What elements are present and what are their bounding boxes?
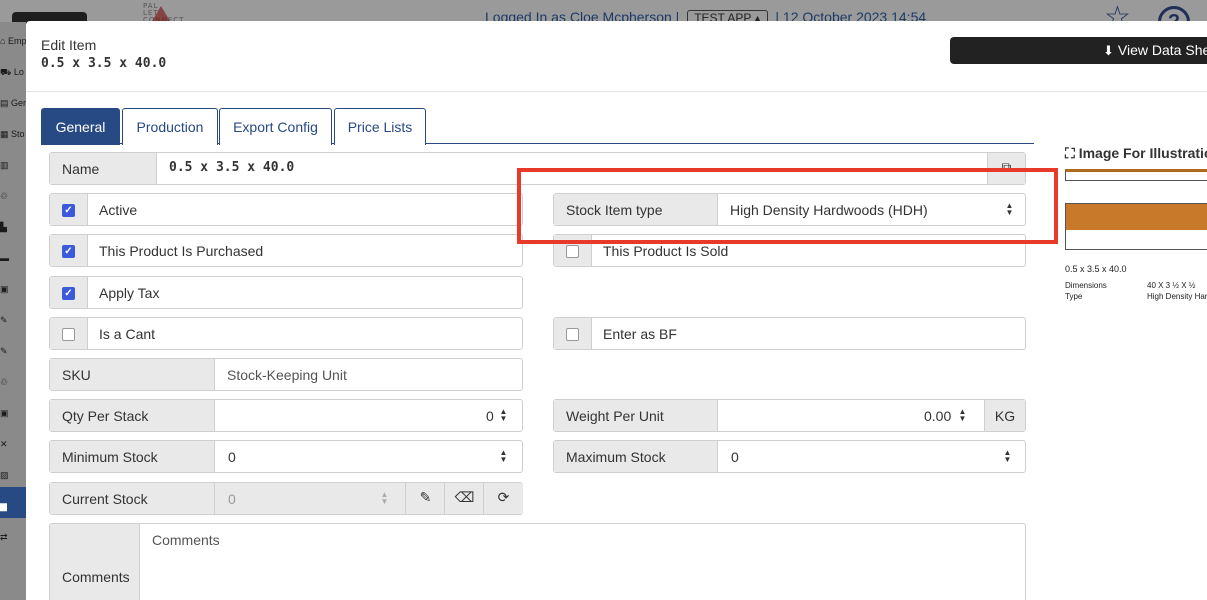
edit-item-modal: Edit Item 0.5 x 3.5 x 40.0 ⬇ View Data Sh… <box>26 21 1207 600</box>
sidebar-item: ♲ <box>0 377 9 387</box>
enter-bf-checkbox[interactable] <box>566 328 579 341</box>
current-stock-disabled-bg <box>215 483 405 514</box>
refresh-icon[interactable]: ⟳ <box>483 483 523 514</box>
cant-label: Is a Cant <box>99 326 156 342</box>
dimensions-row: Dimensions 40 X 3 ½ X ½ <box>1065 281 1196 290</box>
current-stock-input: 0 <box>228 491 236 507</box>
minimum-stock-field: Minimum Stock 0 ▲ ▼ <box>49 440 523 473</box>
view-datasheet-button[interactable]: ⬇View Data Sheet <box>950 37 1207 64</box>
background-sidebar: ⌂ Emp ⛟ Lo ▤ Ger ▦ Sto ▥ ♲ ▙ ▬ ▣ ✎ ✎ ♲ ▣… <box>0 22 26 600</box>
sidebar-item: ✎ <box>0 346 8 356</box>
select-arrows-icon: ▲ ▼ <box>1005 201 1014 217</box>
sidebar-item: ▤ Ger <box>0 98 26 108</box>
sidebar-item: ▙ <box>0 222 7 232</box>
qty-per-stack-field: Qty Per Stack 0 ▲ ▼ <box>49 399 523 432</box>
weight-per-unit-field: Weight Per Unit 0.00 ▲ ▼ KG <box>553 399 1026 432</box>
modal-header: Edit Item 0.5 x 3.5 x 40.0 ⬇ View Data Sh… <box>26 21 1207 92</box>
sidebar-item: ▣ <box>0 408 9 418</box>
sidebar-item: ⇄ <box>0 532 8 542</box>
sku-field: SKU Stock-Keeping Unit <box>49 358 523 391</box>
name-field: Name 0.5 x 3.5 x 40.0 ⧉ <box>49 152 1026 185</box>
sidebar-item: ▦ Sto <box>0 129 25 139</box>
enter-bf-label: Enter as BF <box>603 326 677 342</box>
minimum-stock-input[interactable]: 0 <box>228 449 236 465</box>
sidebar-item: ▨ <box>0 470 9 480</box>
eraser-icon[interactable]: ⌫ <box>444 483 484 514</box>
sidebar-item-active: ▆ <box>0 487 26 518</box>
expand-icon[interactable]: ⛶ <box>1065 145 1075 161</box>
sold-label: This Product Is Sold <box>603 243 729 259</box>
spinner-icon: ▲ ▼ <box>380 490 389 506</box>
apply-tax-label: Apply Tax <box>99 285 160 301</box>
name-value: 0.5 x 3.5 x 40.0 <box>169 160 295 175</box>
sidebar-item: ✕ <box>0 439 8 449</box>
sidebar-item: ▬ <box>0 253 9 263</box>
stock-item-type-field: Stock Item type High Density Hardwoods (… <box>553 193 1026 226</box>
sold-checkbox-row[interactable]: This Product Is Sold <box>553 234 1026 267</box>
tab-general[interactable]: General <box>41 108 120 145</box>
sidebar-item: ⛟ Lo <box>0 67 24 77</box>
qty-per-stack-input[interactable]: 0 <box>486 408 494 424</box>
illustration-panel: ⛶ Image For Illustration 0.5 x 3.5 x 40.… <box>1065 145 1207 301</box>
purchased-checkbox[interactable]: ✓ <box>62 245 75 258</box>
spinner-icon[interactable]: ▲ ▼ <box>499 408 508 424</box>
illustration-title: ⛶ Image For Illustration <box>1065 145 1207 161</box>
tab-production[interactable]: Production <box>122 108 218 145</box>
enter-bf-checkbox-row[interactable]: Enter as BF <box>553 317 1026 350</box>
current-stock-label: Current Stock <box>50 483 215 514</box>
maximum-stock-input[interactable]: 0 <box>731 449 739 465</box>
board-top-view <box>1065 203 1207 250</box>
name-label: Name <box>50 153 157 184</box>
weight-per-unit-label: Weight Per Unit <box>554 400 718 431</box>
sold-checkbox[interactable] <box>566 245 579 258</box>
active-checkbox[interactable]: ✓ <box>62 204 75 217</box>
cant-checkbox[interactable] <box>62 328 75 341</box>
minimum-stock-label: Minimum Stock <box>50 441 215 472</box>
board-side-view <box>1065 169 1207 181</box>
weight-per-unit-input[interactable]: 0.00 <box>924 408 951 424</box>
type-row: TypeHigh Density Hardwoods <box>1065 292 1207 301</box>
maximum-stock-field: Maximum Stock 0 ▲ ▼ <box>553 440 1026 473</box>
maximum-stock-label: Maximum Stock <box>554 441 718 472</box>
edit-stock-icon[interactable]: ✎ <box>405 483 445 514</box>
tab-price-lists[interactable]: Price Lists <box>334 108 426 145</box>
sku-label: SKU <box>50 359 215 390</box>
modal-title: Edit Item <box>41 37 97 53</box>
comments-field: Comments Comments <box>49 523 1026 600</box>
download-icon: ⬇ <box>1103 43 1114 58</box>
apply-tax-checkbox-row[interactable]: ✓ Apply Tax <box>49 276 523 309</box>
comments-label: Comments <box>50 524 140 600</box>
sidebar-item: ▥ <box>0 160 9 170</box>
sku-input[interactable]: Stock-Keeping Unit <box>227 367 347 383</box>
sidebar-item: ▣ <box>0 284 9 294</box>
modal-subtitle: 0.5 x 3.5 x 40.0 <box>41 56 167 71</box>
stock-item-type-select[interactable]: High Density Hardwoods (HDH) <box>730 202 928 218</box>
spinner-icon[interactable]: ▲ ▼ <box>499 449 508 465</box>
current-stock-field: Current Stock 0 ▲ ▼ ✎ ⌫ ⟳ <box>49 482 523 515</box>
sidebar-item: ⌂ Emp <box>0 36 26 46</box>
sidebar-item: ✎ <box>0 315 8 325</box>
tab-export-config[interactable]: Export Config <box>219 108 332 145</box>
cant-checkbox-row[interactable]: Is a Cant <box>49 317 523 350</box>
purchased-checkbox-row[interactable]: ✓ This Product Is Purchased <box>49 234 523 267</box>
active-label: Active <box>99 202 138 218</box>
purchased-label: This Product Is Purchased <box>99 243 264 259</box>
sidebar-item: ♲ <box>0 191 9 201</box>
comments-textarea[interactable]: Comments <box>152 532 220 548</box>
apply-tax-checkbox[interactable]: ✓ <box>62 287 75 300</box>
active-checkbox-row[interactable]: ✓ Active <box>49 193 523 226</box>
spinner-icon[interactable]: ▲ ▼ <box>1003 449 1012 465</box>
stock-item-type-label: Stock Item type <box>554 194 718 225</box>
external-link-icon[interactable]: ⧉ <box>987 153 1025 184</box>
weight-unit-addon: KG <box>984 400 1025 431</box>
illustration-item-label: 0.5 x 3.5 x 40.0 <box>1065 264 1127 274</box>
spinner-icon[interactable]: ▲ ▼ <box>958 408 967 424</box>
qty-per-stack-label: Qty Per Stack <box>50 400 215 431</box>
tab-bar: General Production Export Config Price L… <box>41 108 1034 145</box>
